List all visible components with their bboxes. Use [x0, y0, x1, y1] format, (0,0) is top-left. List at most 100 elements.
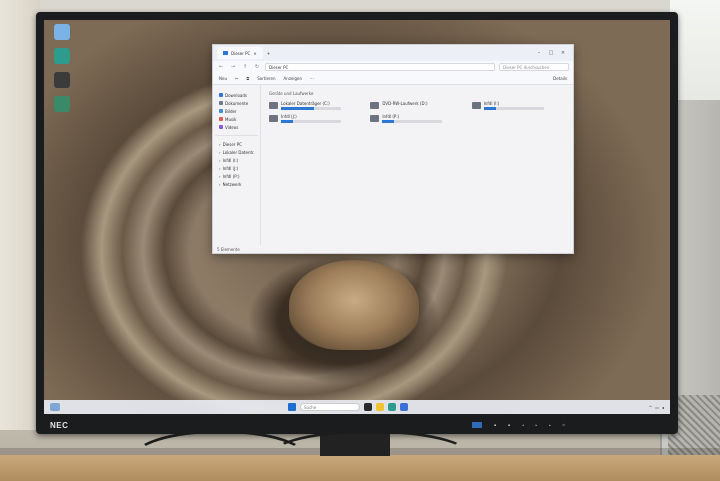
sidebar-tree-item[interactable]: › Infdl (P:) [215, 172, 258, 180]
drive-item[interactable]: Infdl (J:) [269, 114, 362, 124]
file-explorer-window: Dieser PC × + – □ × ← → ↑ ↻ Dieser PC Di… [212, 44, 574, 254]
monitor-button-4[interactable]: ▸ [536, 423, 538, 427]
sidebar-item[interactable]: Downloads [215, 91, 258, 99]
drive-text: Infdl (P:) [382, 114, 463, 124]
sidebar-item-label: Infdl (P:) [222, 173, 240, 179]
taskbar-search[interactable]: Suche [300, 403, 360, 411]
folder-icon [219, 117, 223, 121]
app-shortcut-icon[interactable] [54, 72, 70, 88]
chevron-right-icon[interactable]: › [219, 166, 221, 171]
more-label: ··· [310, 76, 314, 81]
sidebar-item[interactable]: Dokumente [215, 99, 258, 107]
widgets-icon[interactable] [50, 403, 60, 411]
system-tray: ^ ▭ ◂ [649, 405, 664, 410]
content-pane: Geräte und Laufwerke Lokaler Datenträger… [261, 85, 573, 245]
monitor-button-5[interactable]: ▴ [549, 423, 551, 427]
chevron-up-icon[interactable]: ^ [649, 405, 652, 410]
monitor-button-3[interactable]: ◂ [522, 423, 524, 427]
maximize-icon[interactable]: □ [545, 50, 557, 56]
sidebar-tree-item[interactable]: › Lokaler Datentr. [215, 148, 258, 156]
address-text: Dieser PC [269, 64, 289, 70]
sidebar-item[interactable]: Musik [215, 115, 258, 123]
new-tab-icon[interactable]: + [267, 51, 270, 56]
sidebar-tree-item[interactable]: › Dieser PC [215, 140, 258, 148]
folder-icon [219, 109, 223, 113]
drive-usage-bar [281, 120, 341, 123]
title-bar: Dieser PC × + – □ × [213, 45, 573, 61]
monitor-brand-logo: NEC [50, 421, 69, 430]
close-icon[interactable]: × [557, 50, 569, 56]
sidebar-item-label: Netzwerk [222, 181, 242, 187]
drive-icon [370, 102, 380, 109]
chevron-right-icon[interactable]: › [219, 182, 221, 187]
drive-text: Infdl (J:) [281, 114, 362, 124]
tab-dieser-pc[interactable]: Dieser PC × [217, 47, 263, 59]
monitor-button-2[interactable]: ▪ [508, 423, 510, 427]
close-tab-icon[interactable]: × [253, 51, 256, 56]
chevron-right-icon[interactable]: › [219, 142, 221, 147]
sidebar-item[interactable]: Videos [215, 123, 258, 131]
store-taskbar-icon[interactable] [400, 403, 408, 411]
cable-2 [270, 430, 470, 480]
drive-item[interactable]: Lokaler Datenträger (C:) [269, 101, 362, 111]
drive-usage-bar [483, 107, 544, 110]
drive-name: Infdl (J:) [281, 114, 297, 119]
sort-button[interactable]: Sortieren [257, 76, 275, 81]
refresh-icon[interactable]: ↻ [253, 64, 261, 70]
screen: Dieser PC × + – □ × ← → ↑ ↻ Dieser PC Di… [44, 20, 670, 414]
sidebar-item-label: Downloads [225, 92, 247, 98]
network-icon[interactable]: ▭ [655, 405, 659, 410]
start-icon[interactable] [288, 403, 296, 411]
speaker-icon[interactable]: ◂ [662, 405, 664, 410]
view-button[interactable]: Anzeigen [284, 76, 302, 81]
up-icon[interactable]: ↑ [241, 64, 249, 70]
drive-usage-fill [483, 107, 496, 110]
sidebar-tree-item[interactable]: › Netzwerk [215, 180, 258, 188]
sidebar-item-label: Bilder [225, 108, 237, 114]
recycle-bin-icon[interactable] [54, 24, 70, 40]
explorer-body: Downloads Dokumente Bilder Musik Videos › Dies… [213, 85, 573, 245]
minimize-icon[interactable]: – [533, 50, 545, 56]
command-bar: Neu ✂ ⧉ Sortieren Anzeigen ··· Details [213, 73, 573, 85]
new-button[interactable]: Neu [219, 76, 227, 81]
chevron-right-icon[interactable]: › [219, 158, 221, 163]
taskbar-search-placeholder: Suche [304, 404, 317, 410]
drive-icon [269, 102, 278, 109]
forward-icon[interactable]: → [229, 64, 237, 70]
drive-usage-bar [281, 107, 341, 110]
drive-icon [471, 102, 481, 109]
drive-usage-bar [382, 120, 443, 123]
sidebar-item[interactable]: Bilder [215, 107, 258, 115]
copy-icon[interactable]: ⧉ [246, 76, 249, 81]
new-label: Neu [219, 76, 227, 81]
cut-icon[interactable]: ✂ [235, 76, 238, 81]
address-bar[interactable]: Dieser PC [265, 63, 495, 71]
view-label: Anzeigen [283, 76, 303, 81]
drive-item[interactable]: Infdl (P:) [370, 114, 463, 124]
more-button[interactable]: ··· [310, 76, 314, 81]
drives-grid: Lokaler Datenträger (C:) DVD-RW-Laufwerk … [269, 101, 565, 124]
power-button-icon[interactable]: ⏻ [563, 423, 565, 427]
monitor-button-1[interactable]: ▪ [494, 423, 496, 427]
sidebar-separator [215, 135, 258, 136]
app-shortcut-icon-2[interactable] [54, 96, 70, 112]
task-view-icon[interactable] [364, 403, 372, 411]
back-icon[interactable]: ← [217, 64, 225, 70]
folder-icon [219, 101, 223, 105]
edge-icon[interactable] [54, 48, 70, 64]
chevron-right-icon[interactable]: › [219, 174, 221, 179]
file-explorer-taskbar-icon[interactable] [376, 403, 384, 411]
drive-item[interactable]: DVD-RW-Laufwerk (D:) [370, 101, 463, 111]
search-input[interactable]: Dieser PC durchsuchen [499, 63, 569, 71]
drive-usage-fill [281, 107, 314, 110]
drive-text: Infdl (I:) [483, 101, 565, 111]
chevron-right-icon[interactable]: › [219, 150, 221, 155]
monitor: Dieser PC × + – □ × ← → ↑ ↻ Dieser PC Di… [36, 12, 678, 434]
details-button[interactable]: Details [553, 76, 567, 81]
computer-icon [223, 51, 228, 55]
sidebar-tree-item[interactable]: › Infdl (J:) [215, 164, 258, 172]
edge-taskbar-icon[interactable] [388, 403, 396, 411]
taskbar-center: Suche [288, 403, 408, 411]
drive-item[interactable]: Infdl (I:) [471, 101, 565, 111]
sidebar-tree-item[interactable]: › Infdl (I:) [215, 156, 258, 164]
